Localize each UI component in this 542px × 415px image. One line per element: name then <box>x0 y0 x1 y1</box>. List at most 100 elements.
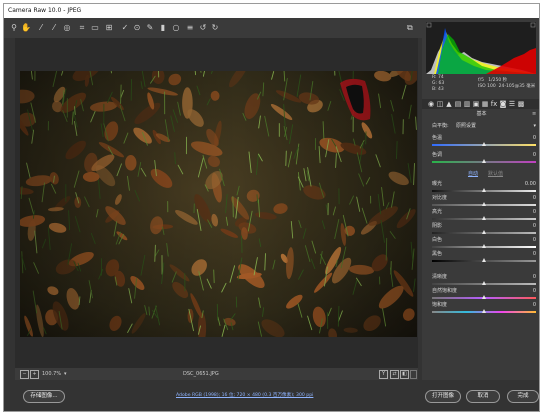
save-image-button[interactable]: 存储图像... <box>23 390 65 403</box>
basic-tab-icon[interactable]: ◉ <box>427 100 435 108</box>
lens-tab-icon[interactable]: ▣ <box>472 100 480 108</box>
r-label: R: <box>432 75 437 80</box>
slider-row: 白色 0 <box>432 237 536 251</box>
open-preferences-icon[interactable]: ⧉ <box>407 23 417 33</box>
adjustment-brush-icon[interactable]: ✎ <box>145 22 155 34</box>
toggle-settings-icon[interactable] <box>410 370 417 379</box>
camera-calibration-tab-icon[interactable]: ◙ <box>499 100 507 108</box>
preview-area <box>15 38 418 368</box>
slider-row: 对比度 0 <box>432 195 536 209</box>
slider-label: 对比度 <box>432 195 448 201</box>
g-label: G: <box>432 81 438 86</box>
slider-thumb[interactable] <box>481 202 486 206</box>
panel-tabs: ◉ ◫ ▲ ▤ ▥ ▣ ▦ fx ◙ ☰ ▩ <box>422 99 539 109</box>
status-bar: − + 100.7% ▾ DSC_0651.JPG Y ⇄ ◧ <box>15 368 418 380</box>
straighten-icon[interactable]: ▭ <box>90 22 100 34</box>
slider-label: 白色 <box>432 237 443 243</box>
bottom-bar: 存储图像... Adobe RGB (1998); 16 位; 720 × 48… <box>4 380 539 411</box>
right-panel: R: 74 G: 63 B: 43 f/5 1/250 秒 ISO 100 24… <box>422 18 539 380</box>
rotate-cw-icon[interactable]: ↻ <box>210 22 220 34</box>
slider-value[interactable]: 0 <box>533 223 536 230</box>
crop-icon[interactable]: ⌗ <box>77 22 87 34</box>
snapshots-tab-icon[interactable]: ▩ <box>517 100 525 108</box>
split-toning-tab-icon[interactable]: ▥ <box>463 100 471 108</box>
default-button[interactable]: 默认值 <box>488 170 503 178</box>
slider-thumb[interactable] <box>481 142 486 146</box>
cancel-button[interactable]: 取消 <box>466 390 500 403</box>
g-value: 63 <box>438 81 445 86</box>
hsl-tab-icon[interactable]: ▤ <box>454 100 462 108</box>
slider-value[interactable]: 0 <box>533 152 536 159</box>
compare-view-icon[interactable]: Y <box>379 370 388 379</box>
zoom-out-button[interactable]: − <box>20 370 29 379</box>
slider-label: 自然饱和度 <box>432 288 458 294</box>
open-image-button[interactable]: 打开图像 <box>425 390 461 403</box>
chevron-down-icon[interactable]: ▾ <box>533 122 536 130</box>
presets-tab-icon[interactable]: ☰ <box>508 100 516 108</box>
spot-removal-icon[interactable]: ✓ <box>120 22 130 34</box>
white-balance-row: 白平衡: 原照设置 ▾ <box>432 122 536 130</box>
slider-thumb[interactable] <box>481 188 486 192</box>
slider-value[interactable]: 0 <box>533 251 536 258</box>
slider-value[interactable]: 0 <box>533 237 536 244</box>
slider-label: 清晰度 <box>432 274 448 280</box>
zoom-level[interactable]: 100.7% <box>42 368 61 380</box>
rotate-ccw-icon[interactable]: ↺ <box>198 22 208 34</box>
slider-thumb[interactable] <box>481 258 486 262</box>
swap-settings-icon[interactable]: ◧ <box>400 370 409 379</box>
slider-row: 黑色 0 <box>432 251 536 265</box>
slider-thumb[interactable] <box>481 309 486 313</box>
slider-thumb[interactable] <box>481 159 486 163</box>
slider-value[interactable]: 0.00 <box>525 181 536 188</box>
toolbar: ⚲ ✋ ⁄ ⁄ ◎ ⌗ ▭ ⊞ ✓ ⊙ ✎ ▮ ○ ≡ ↺ ↻ <box>4 18 424 38</box>
slider-row: 色温 0 <box>432 135 536 149</box>
histogram <box>426 22 536 74</box>
red-eye-icon[interactable]: ⊙ <box>132 22 142 34</box>
window-title: Camera Raw 10.0 - JPEG <box>4 4 539 18</box>
slider-thumb[interactable] <box>481 244 486 248</box>
slider-thumb[interactable] <box>481 281 486 285</box>
camera-raw-window: Camera Raw 10.0 - JPEG ⚲ ✋ ⁄ ⁄ ◎ ⌗ ▭ ⊞ ✓ ⊙ ✎ ▮ ○ ≡ ↺ ↻ … <box>3 3 540 412</box>
slider-value[interactable]: 0 <box>533 195 536 202</box>
target-adjust-icon[interactable]: ◎ <box>62 22 72 34</box>
workflow-options-link[interactable]: Adobe RGB (1998); 16 位; 720 × 480 (0.3 百… <box>176 392 313 398</box>
auto-button[interactable]: 自动 <box>468 170 478 178</box>
slider-thumb[interactable] <box>481 216 486 220</box>
color-sampler-icon[interactable]: ⁄ <box>49 22 59 34</box>
iso-value: ISO 100 <box>478 84 496 89</box>
slider-value[interactable]: 0 <box>533 288 536 295</box>
detail-tab-icon[interactable]: ▲ <box>445 100 453 108</box>
exif-readout: f/5 1/250 秒 ISO 100 24-105@35 毫米 <box>478 78 535 90</box>
tone-curve-tab-icon[interactable]: ◫ <box>436 100 444 108</box>
slider-value[interactable]: 0 <box>533 135 536 142</box>
graduated-filter-icon[interactable]: ▮ <box>158 22 168 34</box>
slider-value[interactable]: 0 <box>533 274 536 281</box>
r-value: 74 <box>437 75 444 80</box>
zoom-in-button[interactable]: + <box>30 370 39 379</box>
slider-label: 黑色 <box>432 251 443 257</box>
slider-row: 曝光 0.00 <box>432 181 536 195</box>
effects-tab-icon[interactable]: fx <box>490 100 498 108</box>
zoom-icon[interactable]: ⚲ <box>9 22 19 34</box>
done-button[interactable]: 完成 <box>507 390 539 403</box>
slider-value[interactable]: 0 <box>533 209 536 216</box>
hand-icon[interactable]: ✋ <box>21 22 31 34</box>
panel-title: 基本 <box>476 111 487 117</box>
panel-menu-icon[interactable]: ≡ <box>532 111 536 117</box>
before-after-icon[interactable]: ⇄ <box>390 370 399 379</box>
zoom-dropdown-icon[interactable]: ▾ <box>64 368 67 380</box>
slider-label: 饱和度 <box>432 302 448 308</box>
slider-label: 色调 <box>432 152 443 158</box>
lens-value: 24-105@35 毫米 <box>498 84 536 89</box>
slider-thumb[interactable] <box>481 230 486 234</box>
white-balance-select[interactable]: 原照设置 <box>456 122 476 130</box>
preferences-list-icon[interactable]: ≡ <box>185 22 195 34</box>
white-balance-icon[interactable]: ⁄ <box>36 22 46 34</box>
histogram-graph <box>426 22 536 74</box>
slider-row: 阴影 0 <box>432 223 536 237</box>
radial-filter-icon[interactable]: ○ <box>171 22 181 34</box>
slider-thumb[interactable] <box>481 295 486 299</box>
transform-icon[interactable]: ⊞ <box>104 22 114 34</box>
slider-value[interactable]: 0 <box>533 302 536 309</box>
transform-tab-icon[interactable]: ▦ <box>481 100 489 108</box>
